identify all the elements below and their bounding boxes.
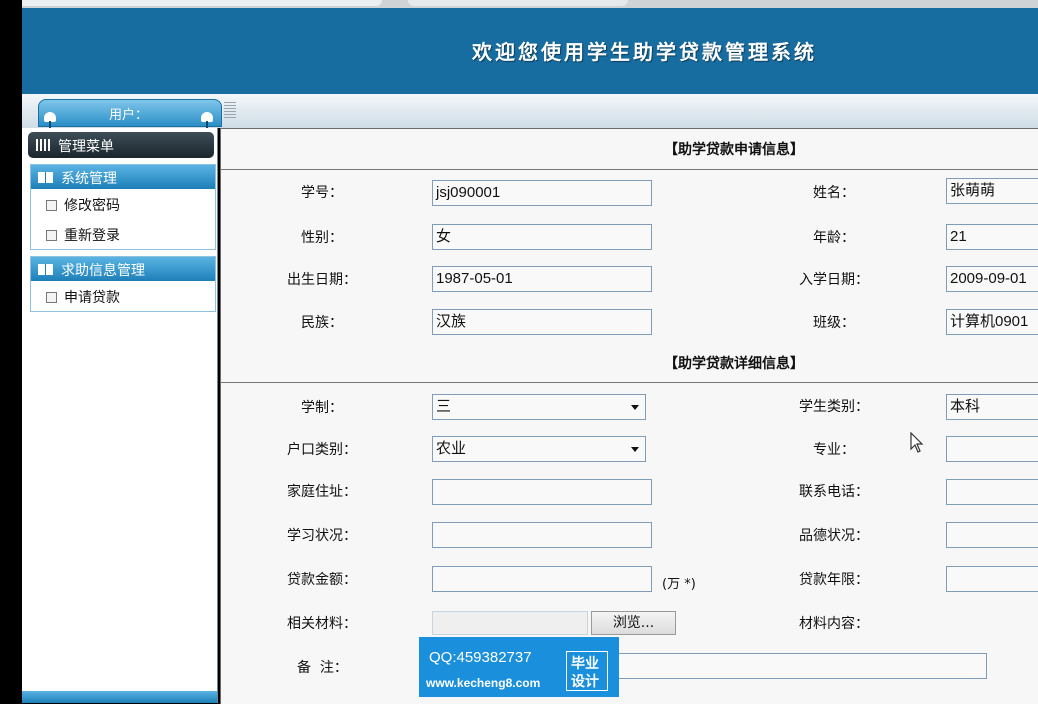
household-select[interactable]: 农业 bbox=[432, 436, 646, 462]
menu-group-header[interactable]: 系统管理 bbox=[31, 165, 215, 189]
watermark-tag: 毕业 bbox=[571, 656, 599, 672]
watermark-qq: QQ:459382737 bbox=[429, 649, 532, 666]
materials-label: 相关材料： bbox=[287, 616, 357, 632]
class-field[interactable]: 计算机0901 bbox=[946, 309, 1038, 335]
schooling-value: 三 bbox=[436, 398, 452, 415]
name-label: 姓名： bbox=[813, 185, 855, 201]
student-type-label: 学生类别： bbox=[799, 399, 869, 415]
study-status-label: 学习状况： bbox=[287, 528, 357, 544]
user-label: 用户： bbox=[109, 108, 149, 123]
loan-years-label: 贷款年限： bbox=[799, 572, 869, 588]
materials-file-path[interactable] bbox=[432, 611, 588, 635]
section-heading: 【助学贷款详细信息】 bbox=[664, 356, 804, 372]
divider bbox=[221, 382, 1038, 383]
menu-group-system: 系统管理 修改密码 重新登录 bbox=[30, 164, 216, 250]
page-icon bbox=[46, 230, 57, 241]
menu-group-title: 求助信息管理 bbox=[61, 263, 145, 279]
enroll-date-field[interactable]: 2009-09-01 bbox=[946, 266, 1038, 292]
loan-amount-label: 贷款金额： bbox=[287, 572, 357, 588]
menu-header: 管理菜单 bbox=[28, 132, 214, 158]
watermark-banner: QQ:459382737 www.kecheng8.com 毕业 设计 bbox=[419, 637, 619, 697]
chevron-down-icon bbox=[631, 447, 639, 452]
menu-title: 管理菜单 bbox=[58, 139, 114, 155]
mouse-cursor-icon bbox=[910, 432, 924, 453]
material-content-label: 材料内容： bbox=[799, 616, 869, 632]
user-panel: 用户： bbox=[38, 99, 222, 129]
birth-date-field[interactable]: 1987-05-01 bbox=[432, 266, 652, 292]
address-label: 家庭住址： bbox=[287, 484, 357, 500]
app-header: 欢迎您使用学生助学贷款管理系统 bbox=[22, 8, 1038, 94]
study-status-field[interactable] bbox=[432, 522, 652, 548]
grid-menu-icon bbox=[36, 139, 52, 151]
sidebar: 管理菜单 系统管理 修改密码 重新登录 求助信息管理 申请贷款 bbox=[22, 128, 218, 703]
book-icon bbox=[38, 264, 53, 275]
main-form: 【助学贷款申请信息】 学号： jsj090001 姓名： 张萌萌 性别： 女 年… bbox=[220, 128, 1038, 704]
sidebar-footer bbox=[22, 691, 217, 703]
section-heading: 【助学贷款申请信息】 bbox=[664, 142, 804, 158]
student-id-label: 学号： bbox=[301, 185, 343, 201]
age-field[interactable]: 21 bbox=[946, 224, 1038, 250]
name-field[interactable]: 张萌萌 bbox=[946, 178, 1038, 204]
page-icon bbox=[46, 200, 57, 211]
student-id-field[interactable]: jsj090001 bbox=[432, 180, 652, 206]
sidebar-item-label: 申请贷款 bbox=[64, 290, 120, 306]
sidebar-item-relogin[interactable]: 重新登录 bbox=[31, 219, 215, 249]
schooling-label: 学制： bbox=[301, 400, 343, 416]
sidebar-item-apply-loan[interactable]: 申请贷款 bbox=[31, 281, 215, 311]
loan-amount-field[interactable] bbox=[432, 566, 652, 592]
sidebar-item-change-password[interactable]: 修改密码 bbox=[31, 189, 215, 219]
pin-icon bbox=[201, 112, 213, 129]
browser-tab[interactable] bbox=[408, 0, 628, 6]
phone-label: 联系电话： bbox=[799, 484, 869, 500]
resize-grip-icon[interactable] bbox=[224, 102, 236, 118]
moral-status-field[interactable] bbox=[946, 522, 1038, 548]
divider bbox=[221, 169, 1038, 170]
class-label: 班级： bbox=[813, 315, 855, 331]
address-field[interactable] bbox=[432, 479, 652, 505]
age-label: 年龄： bbox=[813, 230, 855, 246]
page-icon bbox=[46, 292, 57, 303]
gender-label: 性别： bbox=[301, 230, 343, 246]
gender-field[interactable]: 女 bbox=[432, 224, 652, 250]
pin-icon bbox=[44, 112, 56, 129]
book-icon bbox=[38, 172, 53, 183]
loan-years-field[interactable] bbox=[946, 566, 1038, 592]
watermark-tag: 设计 bbox=[571, 674, 599, 690]
phone-field[interactable] bbox=[946, 479, 1038, 505]
sidebar-item-label: 重新登录 bbox=[64, 228, 120, 244]
student-type-field[interactable]: 本科 bbox=[946, 394, 1038, 420]
major-field[interactable] bbox=[946, 436, 1038, 462]
chevron-down-icon bbox=[631, 405, 639, 410]
loan-amount-unit: (万 *) bbox=[662, 577, 696, 592]
ethnicity-field[interactable]: 汉族 bbox=[432, 309, 652, 335]
toolbar: 用户： bbox=[22, 94, 1038, 129]
enroll-date-label: 入学日期： bbox=[799, 272, 869, 288]
browse-button[interactable]: 浏览... bbox=[591, 611, 676, 635]
menu-group-header[interactable]: 求助信息管理 bbox=[31, 257, 215, 281]
schooling-select[interactable]: 三 bbox=[432, 394, 646, 420]
major-label: 专业： bbox=[813, 442, 855, 458]
remarks-label: 备 注： bbox=[297, 660, 348, 676]
browser-tab-strip bbox=[22, 0, 1038, 8]
menu-group-aid: 求助信息管理 申请贷款 bbox=[30, 256, 216, 312]
sidebar-item-label: 修改密码 bbox=[64, 198, 120, 214]
page-title: 欢迎您使用学生助学贷款管理系统 bbox=[472, 40, 817, 64]
moral-status-label: 品德状况： bbox=[799, 528, 869, 544]
watermark-badge: 毕业 设计 bbox=[566, 651, 608, 691]
watermark-url: www.kecheng8.com bbox=[426, 676, 541, 690]
menu-group-title: 系统管理 bbox=[61, 171, 117, 187]
household-label: 户口类别： bbox=[287, 442, 357, 458]
birth-date-label: 出生日期： bbox=[287, 272, 357, 288]
browser-tab[interactable] bbox=[22, 0, 382, 6]
household-value: 农业 bbox=[436, 440, 467, 457]
ethnicity-label: 民族： bbox=[301, 315, 343, 331]
